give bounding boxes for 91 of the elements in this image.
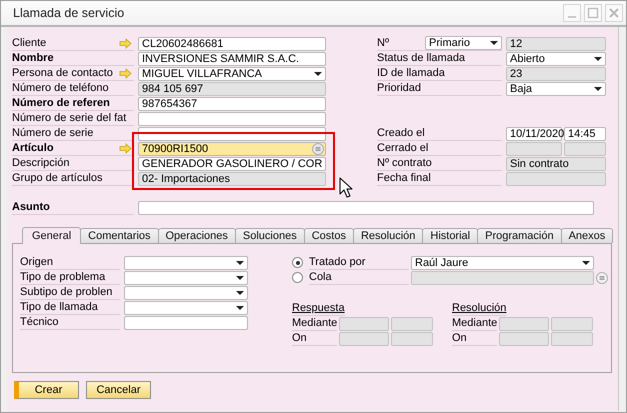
readonly-field	[506, 142, 562, 156]
tab[interactable]: Anexos	[560, 228, 614, 243]
field-label: Cola	[309, 271, 332, 283]
tab[interactable]: Resolución	[352, 228, 424, 243]
tab[interactable]: Comentarios	[80, 228, 158, 243]
readonly-field	[499, 332, 549, 346]
readonly-field	[551, 316, 593, 330]
tab[interactable]: Programación	[477, 228, 562, 243]
section-heading: Resolución	[452, 301, 506, 316]
field-label: Tratado por	[309, 256, 366, 268]
field-label: Nº contrato	[377, 157, 432, 169]
dialog-button[interactable]: Cancelar	[86, 381, 151, 399]
readonly-field	[551, 332, 593, 346]
field-label: Creado el	[377, 127, 425, 139]
list-icon[interactable]	[596, 272, 608, 284]
caret-icon[interactable]	[314, 72, 322, 76]
field-label: Cerrado el	[377, 142, 428, 154]
tab[interactable]: Soluciones	[234, 228, 305, 243]
field-label: Grupo de artículos	[12, 172, 102, 184]
field-label: Técnico	[20, 316, 59, 328]
text-field[interactable]: 987654367	[138, 96, 326, 110]
field-label: Mediante	[452, 317, 498, 329]
mouse-cursor-icon	[339, 177, 353, 198]
lookup-field[interactable]: 70900RI1500	[138, 142, 326, 156]
field-label: Asunto	[12, 201, 50, 213]
caret-icon[interactable]	[594, 56, 602, 60]
field-label: Número de teléfono	[12, 82, 109, 94]
readonly-field: 23	[506, 66, 606, 80]
text-field[interactable]: CL20602486681	[138, 36, 326, 50]
field-label: Persona de contacto	[12, 67, 113, 79]
field-label: Subtipo de problen	[20, 286, 112, 298]
list-icon[interactable]	[312, 142, 324, 154]
readonly-field	[339, 332, 389, 346]
text-field[interactable]	[124, 316, 248, 330]
field-label: Número de serie del fat	[12, 112, 126, 124]
readonly-field	[391, 332, 433, 346]
dropdown[interactable]: MIGUEL VILLAFRANCA	[138, 66, 326, 80]
text-field[interactable]	[138, 200, 594, 214]
readonly-field: 12	[506, 36, 606, 50]
field-label: Artículo	[12, 142, 54, 154]
field-label: Status de llamada	[377, 52, 466, 64]
tab[interactable]: Operaciones	[158, 228, 236, 243]
tab[interactable]: Costos	[304, 228, 354, 243]
field-label: Nº	[377, 37, 389, 49]
dropdown[interactable]: Raúl Jaure	[411, 256, 594, 270]
caret-icon[interactable]	[236, 290, 244, 294]
readonly-field	[499, 316, 549, 330]
field-label: On	[452, 332, 467, 344]
readonly-field: 02- Importaciones	[138, 172, 326, 186]
readonly-field	[339, 316, 389, 330]
caret-icon[interactable]	[594, 86, 602, 90]
field-label: On	[292, 332, 307, 344]
dialog-button[interactable]: Crear	[14, 381, 79, 399]
readonly-field: Sin contrato	[506, 156, 606, 170]
field-label: Número de referen	[12, 97, 110, 109]
radio-button[interactable]	[292, 272, 303, 283]
field-label: Prioridad	[377, 82, 422, 94]
field-label: Nombre	[12, 52, 54, 64]
arrow-icon[interactable]	[119, 38, 132, 48]
radio-button[interactable]	[292, 257, 303, 268]
caret-icon[interactable]	[582, 260, 590, 264]
text-field[interactable]: INVERSIONES SAMMIR S.A.C.	[138, 52, 326, 66]
field-label: Mediante	[292, 317, 338, 329]
arrow-icon[interactable]	[119, 142, 132, 154]
caret-icon[interactable]	[236, 260, 244, 264]
tab[interactable]: General	[22, 227, 82, 244]
readonly-field: 984 105 697	[138, 82, 326, 96]
readonly-field	[391, 316, 433, 330]
field-label: Tipo de llamada	[20, 301, 98, 313]
dropdown[interactable]: Primario	[425, 36, 502, 50]
window-title: Llamada de servicio	[13, 6, 126, 20]
dropdown[interactable]: Abierto	[506, 52, 606, 66]
dropdown[interactable]: Baja	[506, 82, 606, 96]
field-label: Fecha final	[377, 172, 431, 184]
tab[interactable]: Historial	[422, 228, 478, 243]
field-label: ID de llamada	[377, 67, 445, 79]
caret-icon[interactable]	[236, 276, 244, 280]
field-label: Tipo de problema	[20, 271, 106, 283]
caret-icon[interactable]	[236, 306, 244, 310]
text-field[interactable]: 14:45	[564, 126, 606, 140]
field-label: Cliente	[12, 37, 46, 49]
arrow-icon[interactable]	[119, 68, 132, 78]
text-field[interactable]: 10/11/2020	[506, 126, 562, 140]
text-field[interactable]	[138, 112, 326, 126]
text-field[interactable]: GENERADOR GASOLINERO / COR	[138, 156, 326, 170]
field-label: Descripción	[12, 157, 70, 169]
readonly-field	[564, 142, 606, 156]
field-label: Origen	[20, 256, 54, 268]
caret-icon[interactable]	[490, 41, 498, 45]
field-label: Número de serie	[12, 127, 94, 139]
section-heading: Respuesta	[292, 301, 345, 316]
